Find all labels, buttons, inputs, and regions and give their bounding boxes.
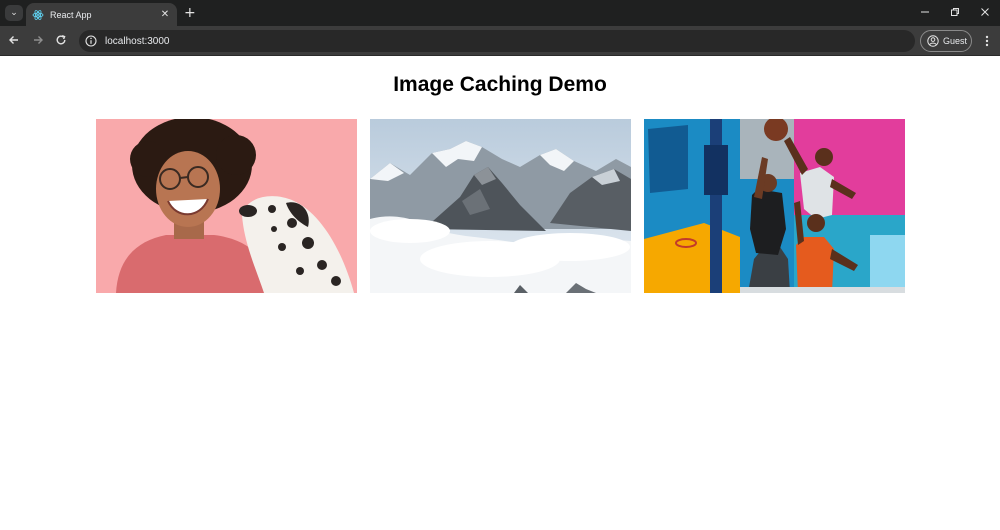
person-icon [927, 35, 939, 47]
restore-icon [950, 7, 960, 20]
plus-icon: + [184, 5, 196, 21]
reload-button[interactable] [53, 33, 69, 49]
arrow-right-icon [32, 34, 44, 49]
profile-button[interactable]: Guest [920, 30, 972, 52]
profile-label: Guest [943, 36, 968, 46]
gallery-image-woman-dalmatian [96, 119, 357, 293]
browser-tab-strip: ⌄ React App ✕ + [0, 0, 1000, 26]
chevron-down-icon: ⌄ [10, 8, 18, 18]
window-controls [910, 0, 1000, 26]
address-bar[interactable]: localhost:3000 [79, 30, 915, 52]
kebab-menu-icon [985, 32, 989, 51]
close-icon [980, 7, 990, 20]
restore-button[interactable] [940, 0, 970, 26]
close-window-button[interactable] [970, 0, 1000, 26]
close-icon: ✕ [160, 9, 170, 20]
image-gallery [96, 119, 905, 293]
browser-menu-button[interactable] [980, 33, 994, 49]
url-text: localhost:3000 [105, 35, 170, 47]
minimize-icon [920, 7, 930, 20]
browser-toolbar: localhost:3000 Guest [0, 26, 1000, 56]
arrow-left-icon [8, 34, 20, 49]
tab-title: React App [50, 9, 92, 20]
page-title: Image Caching Demo [393, 73, 607, 96]
browser-tab[interactable]: React App ✕ [26, 3, 177, 26]
tab-search-button[interactable]: ⌄ [5, 5, 23, 21]
minimize-button[interactable] [910, 0, 940, 26]
gallery-image-basketball [644, 119, 905, 293]
forward-button[interactable] [30, 33, 46, 49]
gallery-image-mountains [370, 119, 631, 293]
tab-close-button[interactable]: ✕ [159, 9, 171, 20]
page-content: Image Caching Demo [0, 56, 1000, 530]
new-tab-button[interactable]: + [184, 5, 196, 21]
back-button[interactable] [6, 33, 22, 49]
react-logo-icon [32, 9, 44, 21]
reload-icon [55, 34, 67, 49]
info-icon[interactable] [85, 35, 97, 47]
